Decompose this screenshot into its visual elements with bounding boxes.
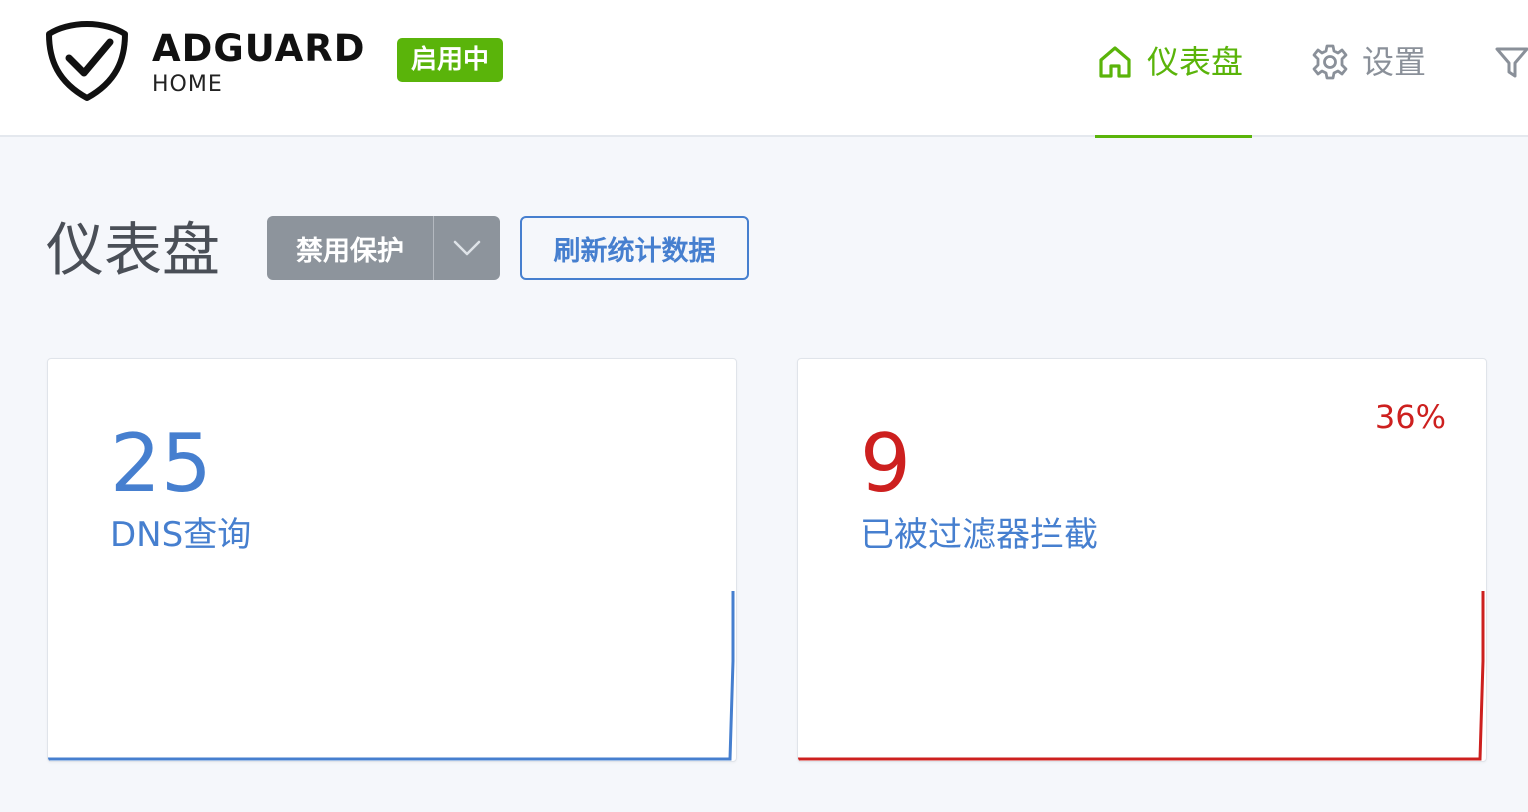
brand-logo[interactable]: ADGUARD HOME	[152, 28, 365, 98]
status-badge: 启用中	[397, 38, 504, 82]
blocked-queries-count: 9	[860, 417, 911, 510]
nav-settings[interactable]: 设置	[1310, 38, 1440, 138]
top-header: ADGUARD HOME 启用中 仪表盘 设置	[0, 0, 1528, 138]
blocked-queries-sparkline	[798, 591, 1485, 761]
refresh-stats-button[interactable]: 刷新统计数据	[520, 216, 749, 280]
nav-dashboard-label: 仪表盘	[1147, 43, 1244, 81]
dns-queries-card: 25 DNS查询	[47, 358, 737, 762]
page-title: 仪表盘	[46, 216, 221, 284]
brand-subtitle: HOME	[152, 72, 223, 97]
protection-dropdown-toggle[interactable]	[434, 216, 500, 280]
filter-icon	[1494, 38, 1528, 86]
adguard-shield-icon[interactable]	[44, 20, 130, 102]
dns-queries-count: 25	[110, 417, 212, 510]
dns-queries-label: DNS查询	[110, 515, 252, 555]
home-icon	[1095, 38, 1135, 86]
chevron-down-icon	[453, 240, 481, 256]
dns-queries-sparkline	[48, 591, 735, 761]
blocked-queries-card: 36% 9 已被过滤器拦截	[797, 358, 1487, 762]
nav-filters[interactable]	[1494, 38, 1528, 138]
nav-settings-label: 设置	[1362, 43, 1427, 81]
disable-protection-button[interactable]: 禁用保护	[267, 216, 434, 280]
blocked-queries-label: 已被过滤器拦截	[860, 515, 1098, 555]
blocked-percent: 36%	[1374, 398, 1446, 436]
brand-name: ADGUARD	[152, 27, 366, 70]
protection-button-group: 禁用保护	[267, 216, 500, 280]
nav-dashboard[interactable]: 仪表盘	[1095, 38, 1252, 138]
gear-icon	[1310, 38, 1350, 86]
